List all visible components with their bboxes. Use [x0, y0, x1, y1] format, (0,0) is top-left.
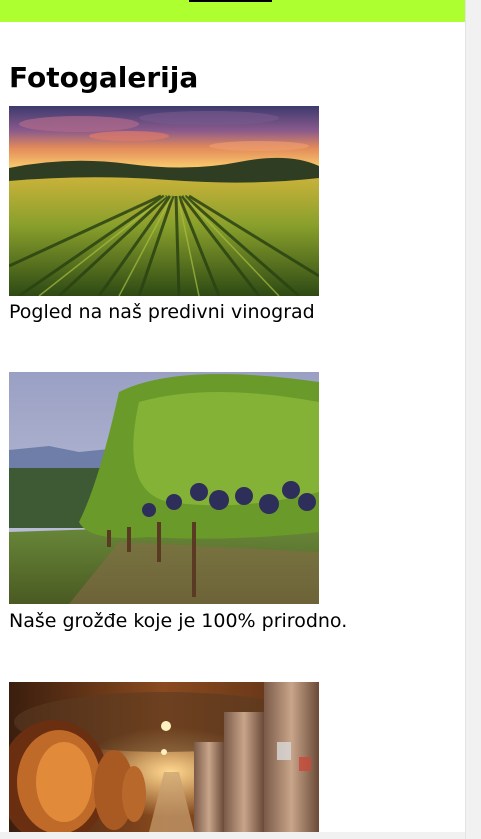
vineyard-sunset-photo: [9, 106, 319, 296]
page-title: Fotogalerija: [9, 61, 199, 94]
top-navigation-bar: [0, 0, 465, 22]
horizontal-scrollbar[interactable]: [0, 832, 465, 839]
photo-caption: Naše grožđe koje je 100% prirodno.: [9, 610, 348, 632]
wine-cellar-photo: [9, 682, 319, 832]
active-nav-indicator: [189, 0, 272, 2]
photo-caption: Pogled na naš predivni vinograd: [9, 301, 315, 323]
vertical-scrollbar[interactable]: [465, 0, 481, 839]
page: Fotogalerija Pogled na naš predivni vino…: [0, 0, 465, 839]
grape-vines-photo: [9, 372, 319, 604]
